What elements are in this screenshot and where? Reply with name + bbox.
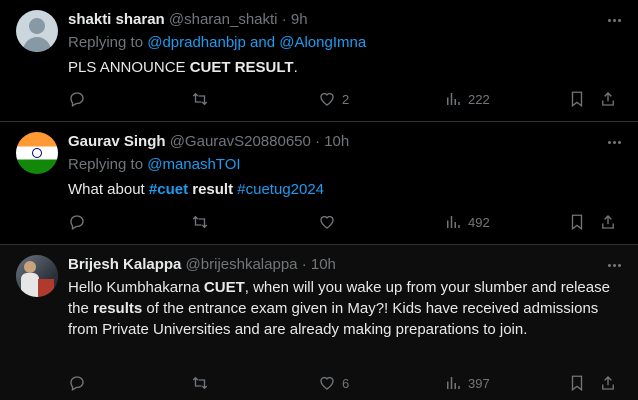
tweet-text-bold: CUET <box>203 279 245 296</box>
reply-icon <box>70 376 84 391</box>
tweet-text-bold: CUET RESULT <box>189 59 294 76</box>
action-bar: 6 397 <box>68 373 622 393</box>
tweet-text-bold: results <box>93 300 143 317</box>
tweet[interactable]: shakti sharan @sharan_shakti · 9h Replyi… <box>0 0 638 122</box>
user-handle[interactable]: @GauravS20880650 <box>170 133 311 150</box>
views-button[interactable]: 397 <box>444 373 490 393</box>
user-handle[interactable]: @sharan_shakti <box>169 11 278 28</box>
like-icon <box>320 215 334 229</box>
tweet-text-part: . <box>293 59 298 76</box>
bookmark-icon <box>571 91 583 108</box>
tweet-text-bold: result <box>192 181 234 198</box>
retweet-button[interactable] <box>191 212 209 232</box>
display-name[interactable]: shakti sharan <box>68 11 165 28</box>
replying-to-label: Replying to <box>68 156 148 173</box>
share-icon <box>602 376 614 390</box>
like-button[interactable] <box>318 212 336 232</box>
reply-feed: shakti sharan @sharan_shakti · 9h Replyi… <box>0 0 638 400</box>
reply-button[interactable] <box>68 373 86 393</box>
separator-dot: · <box>281 11 287 28</box>
user-handle[interactable]: @brijeshkalappa <box>186 256 298 273</box>
tweet-text-part: Hello Kumbhakarna <box>68 279 204 296</box>
avatar-person-body <box>21 273 39 297</box>
avatar[interactable] <box>16 10 58 52</box>
view-count: 492 <box>468 214 490 230</box>
reply-button[interactable] <box>68 212 86 232</box>
mention-link[interactable]: @dpradhanbjp <box>147 34 246 51</box>
more-icon[interactable] <box>602 10 626 30</box>
views-button[interactable]: 492 <box>444 212 490 232</box>
default-avatar-body-icon <box>23 37 51 52</box>
views-button[interactable]: 222 <box>444 89 490 109</box>
timestamp[interactable]: 9h <box>291 11 308 28</box>
reply-icon <box>70 215 84 230</box>
retweet-icon <box>192 215 208 229</box>
bookmark-button[interactable] <box>568 212 586 232</box>
tweet-text-part: of the entrance exam given in May?! Kids… <box>68 300 599 338</box>
mention-link[interactable]: @AlongImna <box>279 34 366 51</box>
bookmark-icon <box>571 214 583 231</box>
more-icon[interactable] <box>602 132 626 152</box>
tweet[interactable]: Brijesh Kalappa @brijeshkalappa · 10h He… <box>0 245 638 400</box>
hashtag-link[interactable]: #cuetug2024 <box>237 181 324 198</box>
replying-to: Replying to @dpradhanbjp and @AlongImna <box>68 32 622 54</box>
like-count: 6 <box>342 375 350 391</box>
default-avatar-head-icon <box>29 18 45 34</box>
bookmark-icon <box>571 375 583 392</box>
hashtag-text[interactable]: #cuet <box>149 181 188 198</box>
retweet-icon <box>192 376 208 390</box>
mention-link[interactable]: @manashTOI <box>147 156 240 173</box>
avatar-podium <box>38 279 54 297</box>
tweet[interactable]: Gaurav Singh @GauravS20880650 · 10h Repl… <box>0 122 638 245</box>
replying-to-label: Replying to <box>68 34 148 51</box>
like-icon <box>320 376 334 390</box>
tweet-header: Brijesh Kalappa @brijeshkalappa · 10h <box>68 255 622 275</box>
share-button[interactable] <box>599 373 617 393</box>
share-icon <box>602 92 614 106</box>
like-icon <box>320 92 334 106</box>
like-button[interactable]: 2 <box>318 89 349 109</box>
tweet-text-part: What about <box>68 181 149 198</box>
views-icon <box>447 377 460 389</box>
like-count: 2 <box>342 91 350 107</box>
replying-to: Replying to @manashTOI <box>68 154 622 176</box>
share-icon <box>602 215 614 229</box>
view-count: 222 <box>468 91 490 107</box>
avatar[interactable] <box>16 132 58 174</box>
flag-chakra-icon <box>32 148 42 158</box>
hashtag-link[interactable]: #cuet <box>149 181 188 198</box>
reply-icon <box>70 92 84 107</box>
separator-dot: · <box>301 256 307 273</box>
retweet-icon <box>192 92 208 106</box>
views-icon <box>447 216 460 228</box>
retweet-button[interactable] <box>191 89 209 109</box>
tweet-header: shakti sharan @sharan_shakti · 9h <box>68 10 622 30</box>
separator-dot: · <box>315 133 321 150</box>
timestamp[interactable]: 10h <box>324 133 349 150</box>
avatar-person-head <box>24 261 36 273</box>
action-bar: 492 <box>68 212 622 232</box>
tweet-text: Hello Kumbhakarna CUET, when will you wa… <box>68 277 622 340</box>
avatar[interactable] <box>16 255 58 297</box>
view-count: 397 <box>468 375 490 391</box>
like-button[interactable]: 6 <box>318 373 349 393</box>
more-icon[interactable] <box>602 255 626 275</box>
share-button[interactable] <box>599 212 617 232</box>
display-name[interactable]: Gaurav Singh <box>68 133 166 150</box>
bookmark-button[interactable] <box>568 373 586 393</box>
retweet-button[interactable] <box>191 373 209 393</box>
bookmark-button[interactable] <box>568 89 586 109</box>
tweet-text: What about #cuet result #cuetug2024 <box>68 179 622 200</box>
action-bar: 2 222 <box>68 89 622 109</box>
views-icon <box>447 93 460 105</box>
tweet-text: PLS ANNOUNCE CUET RESULT. <box>68 57 622 78</box>
timestamp[interactable]: 10h <box>311 256 336 273</box>
tweet-header: Gaurav Singh @GauravS20880650 · 10h <box>68 132 622 152</box>
display-name[interactable]: Brijesh Kalappa <box>68 256 181 273</box>
share-button[interactable] <box>599 89 617 109</box>
reply-button[interactable] <box>68 89 86 109</box>
tweet-text-part: PLS ANNOUNCE <box>68 59 190 76</box>
mention-joiner: and <box>245 34 280 51</box>
